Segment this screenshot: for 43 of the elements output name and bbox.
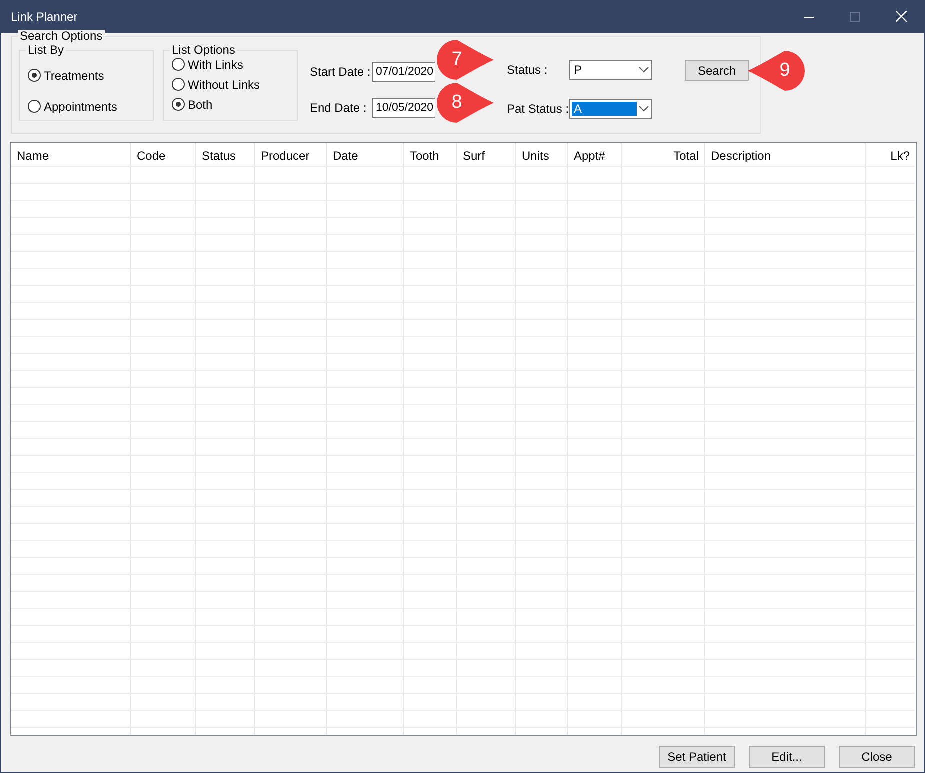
field-label: Pat Status : — [507, 102, 569, 116]
callout-marker — [437, 40, 495, 80]
column-header[interactable]: Code — [137, 149, 166, 163]
column-header[interactable]: Surf — [463, 149, 486, 163]
chevron-down-icon — [639, 106, 649, 112]
column-header[interactable]: Lk? — [890, 149, 910, 163]
search-button[interactable]: Search — [685, 60, 749, 81]
column-header[interactable]: Appt# — [574, 149, 606, 163]
window-title: Link Planner — [10, 10, 79, 24]
maximize-icon — [850, 12, 860, 22]
column-header[interactable]: Total — [674, 149, 699, 163]
close-icon — [896, 11, 906, 22]
field-label: End Date : — [310, 100, 368, 114]
chevron-down-icon — [639, 67, 649, 73]
callout-number: 9 — [778, 60, 792, 82]
callout-number: 7 — [450, 49, 464, 71]
dialog-button[interactable]: Close — [839, 746, 915, 768]
callout-number: 8 — [450, 92, 464, 114]
field-label: Status : — [507, 63, 549, 77]
radio-button[interactable]: Appointments — [28, 97, 153, 116]
radio-button[interactable]: With Links — [172, 55, 297, 74]
date-field[interactable]: 07/01/2020 — [372, 62, 435, 82]
column-header[interactable]: Producer — [261, 149, 310, 163]
column-header[interactable]: Description — [711, 149, 772, 163]
callout-marker — [747, 51, 805, 91]
date-field[interactable]: 10/05/2020 — [372, 98, 435, 118]
dropdown[interactable]: A — [569, 99, 652, 119]
column-header[interactable]: Status — [202, 149, 236, 163]
dropdown[interactable]: P — [569, 60, 652, 80]
radio-button[interactable]: Both — [172, 95, 297, 114]
group-title: List Options — [170, 44, 238, 57]
callout-marker — [437, 83, 495, 123]
column-header[interactable]: Units — [522, 149, 550, 163]
radio-button[interactable]: Without Links — [172, 75, 297, 94]
dialog-button[interactable]: Edit... — [749, 746, 825, 768]
column-header[interactable]: Tooth — [410, 149, 440, 163]
group-title: List By — [26, 44, 66, 57]
group-title: Search Options — [18, 30, 105, 43]
dialog-button[interactable]: Set Patient — [659, 746, 735, 768]
field-label: Start Date : — [310, 64, 372, 78]
column-header[interactable]: Name — [17, 149, 50, 163]
radio-button[interactable]: Treatments — [28, 66, 153, 85]
column-header[interactable]: Date — [333, 149, 358, 163]
